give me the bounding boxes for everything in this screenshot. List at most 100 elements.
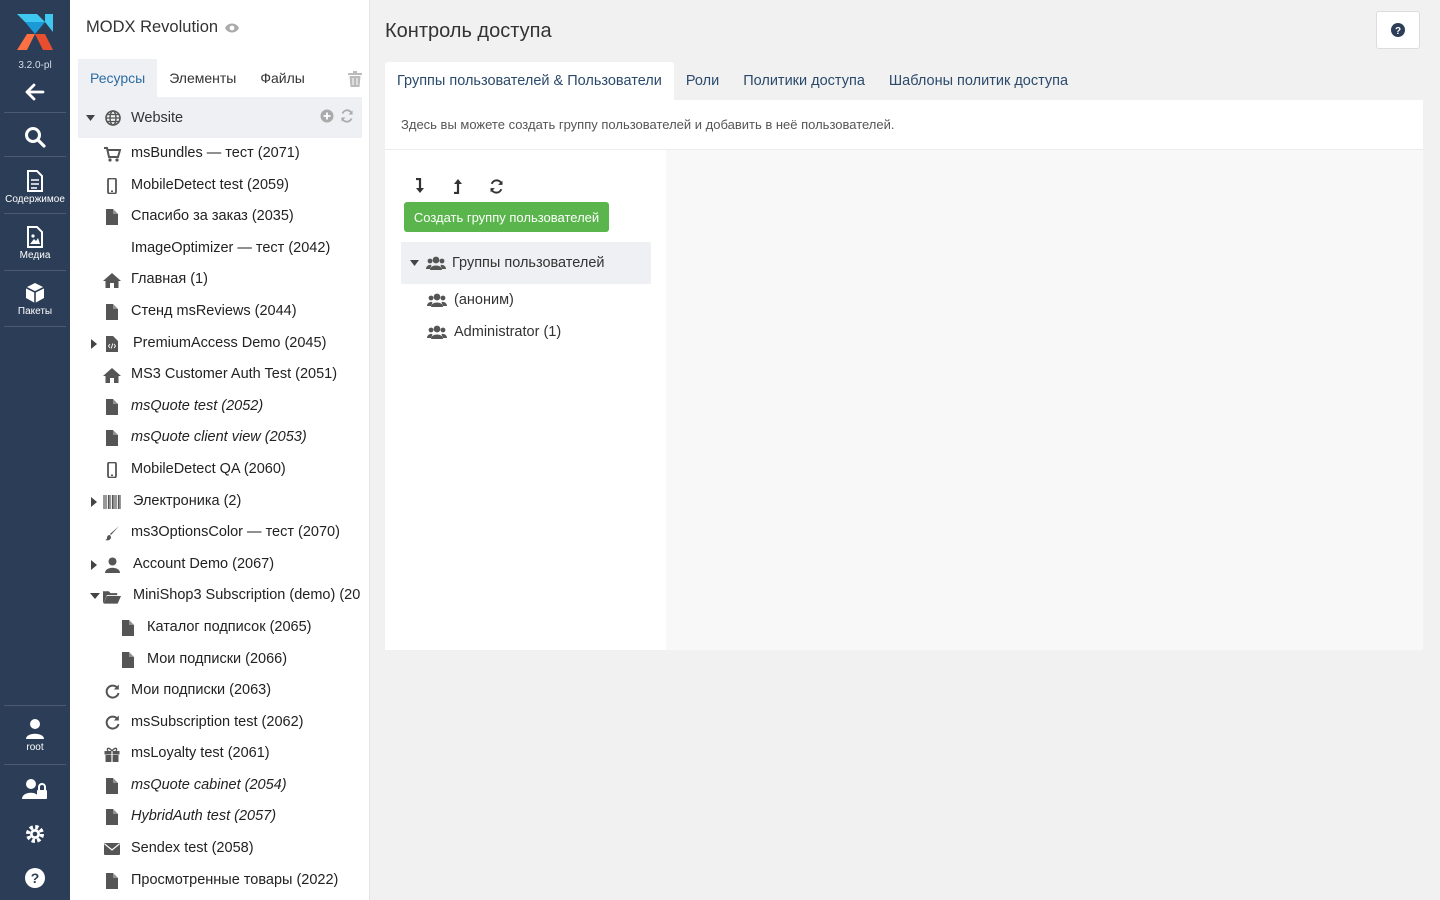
tab-usergroups-users[interactable]: Группы пользователей & Пользователи [385,62,674,100]
refresh-tree-button[interactable] [486,177,506,195]
tree-item[interactable]: msQuote client view (2053) [70,422,369,454]
tree-item[interactable]: Account Demo (2067) [70,549,369,581]
caret-down-icon[interactable] [90,593,100,600]
tree-item[interactable]: Спасибо за заказ (2035) [70,201,369,233]
usergroup-detail-area [666,150,1423,650]
tab-access-policies[interactable]: Политики доступа [731,62,877,100]
tab-files[interactable]: Файлы [248,59,316,97]
expand-all-button[interactable] [410,177,430,195]
tree-item[interactable]: Электроника (2) [70,486,369,518]
modx-logo[interactable] [15,12,55,52]
settings-button[interactable] [0,823,70,845]
caret-down-icon[interactable] [86,114,95,121]
users-icon [427,325,447,339]
tree-item-label: msQuote test (2052) [131,397,264,414]
tree-item-label: Спасибо за заказ (2035) [131,208,294,225]
caret-right-icon[interactable] [91,559,97,570]
back-button[interactable] [0,82,70,102]
packages-menu-button[interactable]: Пакеты [0,282,70,317]
usergroups-root-label: Группы пользователей [452,255,605,271]
tree-item[interactable]: Главная (1) [70,264,369,296]
file-text-icon [27,170,43,192]
tree-item[interactable]: Мои подписки (2066) [70,644,369,676]
tree-item[interactable]: msLoyalty test (2061) [70,738,369,770]
caret-down-icon[interactable] [410,260,419,266]
caret-right-icon[interactable] [91,338,97,349]
tab-roles[interactable]: Роли [674,62,731,100]
arrow-left-icon [25,83,45,101]
usergroup-item[interactable]: (аноним) [427,290,514,310]
gear-icon [26,825,44,843]
tree-item[interactable]: MS3 Customer Auth Test (2051) [70,359,369,391]
refresh-icon [489,178,503,194]
tree-item-label: Главная (1) [131,271,208,288]
file-icon [103,872,121,890]
tree-item-label: Каталог подписок (2065) [147,618,312,635]
level-up-icon [454,179,462,194]
tree-item[interactable]: Просмотренные товары (2022) [70,865,369,897]
tree-root-website[interactable]: Website [78,97,362,138]
tab-resources[interactable]: Ресурсы [78,59,158,97]
tree-item-label: ImageOptimizer — тест (2042) [131,239,331,256]
cube-icon [25,283,45,303]
caret-right-icon[interactable] [91,496,97,507]
tree-item[interactable]: msQuote cabinet (2054) [70,770,369,802]
tree-item[interactable]: MobileDetect test (2059) [70,170,369,202]
eye-icon[interactable] [224,22,240,34]
content-menu-button[interactable]: Содержимое [0,170,70,205]
user-menu-button[interactable]: root [0,718,70,753]
tree-item-label: MiniShop3 Subscription (demo) (20 [133,587,361,604]
tab-elements[interactable]: Элементы [157,59,248,97]
tree-item[interactable]: ImageOptimizer — тест (2042) [70,233,369,265]
question-circle-icon: ? [1391,23,1405,37]
tree-item[interactable]: msQuote test (2052) [70,391,369,423]
gift-icon [103,745,121,763]
tree-item[interactable]: Стенд msReviews (2044) [70,296,369,328]
search-icon [25,127,46,148]
users-icon [426,256,446,270]
usergroup-label: (аноним) [454,292,514,308]
tree-tabs: Ресурсы Элементы Файлы [78,59,362,97]
tree-item[interactable]: Sendex test (2058) [70,833,369,865]
mobile-icon [103,461,121,479]
trash-icon[interactable] [348,71,362,87]
help-menu-button[interactable]: ? [0,867,70,889]
tree-item[interactable]: MobileDetect QA (2060) [70,454,369,486]
tab-policy-templates[interactable]: Шаблоны политик доступа [877,62,1080,100]
home-icon [103,271,121,289]
tree-item[interactable]: msBundles — тест (2071) [70,138,369,170]
tree-item[interactable]: msSubscription test (2062) [70,707,369,739]
tree-item[interactable]: PremiumAccess Demo (2045) [70,328,369,360]
usergroup-item[interactable]: Administrator (1) [427,322,561,342]
level-down-icon [416,178,424,193]
globe-icon [105,109,121,126]
user-menu-label: root [26,742,44,753]
add-circle-icon[interactable] [320,109,334,123]
tree-item[interactable]: HybridAuth test (2057) [70,801,369,833]
tree-item[interactable]: MiniShop3 Subscription (demo) (20 [70,580,369,612]
usergroups-tree-root[interactable]: Группы пользователей [401,242,651,284]
help-button[interactable]: ? [1376,11,1420,49]
refresh-icon[interactable] [340,109,354,123]
file-code-icon [103,335,121,353]
site-title[interactable]: MODX Revolution [86,18,240,37]
access-tabs: Группы пользователей & Пользователи Роли… [385,62,1080,100]
file-icon [103,303,121,321]
search-button[interactable] [0,126,70,148]
media-menu-label: Медиа [19,250,51,261]
tree-item-label: msSubscription test (2062) [131,713,304,730]
media-menu-button[interactable]: Медиа [0,226,70,261]
cart-icon [103,145,121,163]
users-icon [427,293,447,307]
tree-item[interactable]: Каталог подписок (2065) [70,612,369,644]
access-menu-button[interactable] [0,778,70,800]
collapse-all-button[interactable] [448,177,468,195]
file-image-icon [27,226,43,248]
user-icon [103,556,121,574]
main-content: Контроль доступа ? Группы пользователей … [370,0,1440,900]
tree-item[interactable]: Мои подписки (2063) [70,675,369,707]
tree-item[interactable]: ms3OptionsColor — тест (2070) [70,517,369,549]
question-circle-icon: ? [25,868,45,888]
mobile-icon [103,177,121,195]
create-usergroup-button[interactable]: Создать группу пользователей [404,202,609,232]
